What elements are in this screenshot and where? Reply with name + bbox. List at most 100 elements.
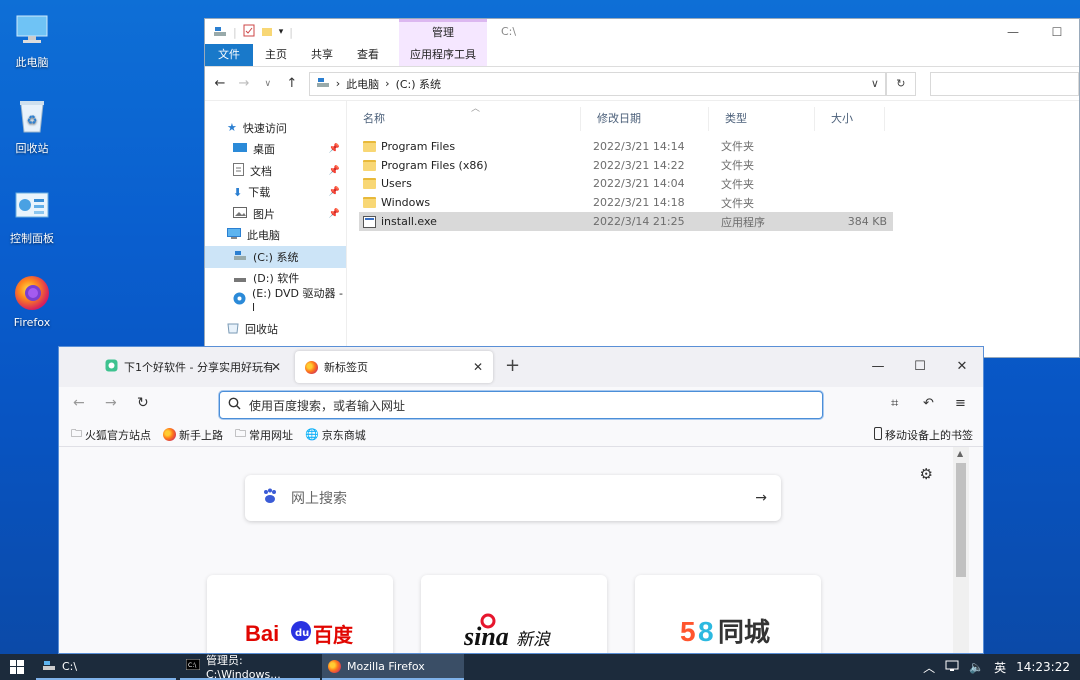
nav-quick-access[interactable]: ★ 快速访问 xyxy=(205,117,346,139)
tab-file[interactable]: 文件 xyxy=(205,44,253,66)
desktop-icon-label: 此电脑 xyxy=(15,56,49,69)
properties-icon[interactable] xyxy=(243,24,255,40)
file-row[interactable]: Program Files 2022/3/21 14:14 文件夹 xyxy=(359,137,893,156)
mobile-icon xyxy=(874,427,882,443)
file-row[interactable]: Program Files (x86) 2022/3/21 14:22 文件夹 xyxy=(359,156,893,175)
menu-icon[interactable]: ≡ xyxy=(955,396,966,411)
chevron-up-icon[interactable]: ︿ xyxy=(923,659,935,676)
scrollbar-thumb[interactable] xyxy=(956,463,966,577)
mobile-bookmarks[interactable]: 移动设备上的书签 xyxy=(874,427,973,443)
file-explorer-window: | ▾ | 管理 C:\ — ☐ 文件 主页 共享 查看 应用程序工具 ← → … xyxy=(204,18,1080,358)
svg-text:5: 5 xyxy=(680,616,696,647)
pin-icon: 📌 xyxy=(328,144,340,155)
screenshot-icon[interactable]: ⌗ xyxy=(891,396,898,411)
nav-drive-c[interactable]: (C:) 系统 xyxy=(205,246,346,268)
tab-app-tools[interactable]: 应用程序工具 xyxy=(399,44,487,66)
column-size[interactable]: 大小 xyxy=(815,107,885,131)
recent-dropdown-icon[interactable]: ∨ xyxy=(261,79,275,89)
browser-tab[interactable]: 下1个好软件 - 分享实用好玩有趣 ✕ xyxy=(95,351,291,383)
start-button[interactable] xyxy=(0,654,34,680)
bookmark-item[interactable]: 新手上路 xyxy=(163,427,223,443)
file-type: 文件夹 xyxy=(721,140,754,154)
pin-icon: 📌 xyxy=(328,208,340,219)
svg-text:新浪: 新浪 xyxy=(516,630,551,650)
volume-icon[interactable]: 🔈 xyxy=(969,660,984,674)
desktop-icon-firefox[interactable]: Firefox xyxy=(0,272,64,329)
nav-drive-e[interactable]: (E:) DVD 驱动器 - l xyxy=(205,287,346,314)
tab-share[interactable]: 共享 xyxy=(299,44,345,66)
new-folder-icon[interactable] xyxy=(261,25,273,40)
browser-tab-active[interactable]: 新标签页 ✕ xyxy=(295,351,493,383)
address-box[interactable]: › 此电脑 › (C:) 系统 ∨ xyxy=(308,71,886,96)
taskbar-firefox[interactable]: Mozilla Firefox xyxy=(322,654,464,680)
column-type[interactable]: 类型 xyxy=(709,107,815,131)
ime-indicator[interactable]: 英 xyxy=(994,659,1006,676)
close-tab-icon[interactable]: ✕ xyxy=(473,360,483,374)
tab-view[interactable]: 查看 xyxy=(345,44,391,66)
bookmark-label: 常用网址 xyxy=(249,428,293,442)
firefox-window: 下1个好软件 - 分享实用好玩有趣 ✕ 新标签页 ✕ + — ☐ ✕ ← → ↻… xyxy=(58,346,984,654)
minimize-icon[interactable]: — xyxy=(857,347,899,387)
maximize-icon[interactable]: ☐ xyxy=(899,347,941,387)
new-tab-button[interactable]: + xyxy=(505,355,520,376)
quick-access-toolbar: | ▾ | xyxy=(205,24,293,40)
reload-icon[interactable]: ↻ xyxy=(137,395,149,411)
folder-icon xyxy=(363,140,376,152)
bookmark-item[interactable]: 🗀 常用网址 xyxy=(235,425,293,444)
scroll-up-icon[interactable]: ▲ xyxy=(957,449,963,458)
close-tab-icon[interactable]: ✕ xyxy=(271,360,281,374)
taskbar-cmd[interactable]: C:\ 管理员: C:\Windows... xyxy=(180,654,320,680)
top-site-tile-sina[interactable]: sina 新浪 xyxy=(421,575,607,653)
nav-label: 文档 xyxy=(250,164,272,178)
network-icon[interactable] xyxy=(945,660,959,675)
minimize-icon[interactable]: — xyxy=(991,19,1035,45)
undo-icon[interactable]: ↶ xyxy=(923,396,934,411)
nav-desktop[interactable]: 桌面 📌 xyxy=(205,139,346,161)
desktop-icon-this-pc[interactable]: 此电脑 xyxy=(0,10,64,70)
svg-text:♻: ♻ xyxy=(27,113,38,127)
recycle-bin-icon xyxy=(227,321,239,337)
breadcrumb-this-pc[interactable]: 此电脑 xyxy=(346,76,379,92)
back-icon[interactable]: ← xyxy=(213,76,227,91)
gear-icon[interactable]: ⚙ xyxy=(920,465,933,483)
file-row[interactable]: Users 2022/3/21 14:04 文件夹 xyxy=(359,175,893,194)
column-date[interactable]: 修改日期 xyxy=(581,107,709,131)
forward-icon[interactable]: → xyxy=(105,395,117,411)
desktop-icon-recycle-bin[interactable]: ♻ 回收站 xyxy=(0,96,64,156)
taskbar-explorer[interactable]: C:\ xyxy=(36,654,176,680)
search-input[interactable] xyxy=(929,71,1080,96)
manage-contextual-tab[interactable]: 管理 xyxy=(399,19,487,45)
bookmark-item[interactable]: 🌐 京东商城 xyxy=(305,427,366,443)
breadcrumb-drive-c[interactable]: (C:) 系统 xyxy=(396,76,441,92)
bookmark-item[interactable]: 🗀 火狐官方站点 xyxy=(71,425,151,444)
forward-icon[interactable]: → xyxy=(237,76,251,91)
close-icon[interactable]: ✕ xyxy=(941,347,983,387)
top-site-tile-baidu[interactable]: Bai du 百度 xyxy=(207,575,393,653)
column-name[interactable]: 名称 xyxy=(347,107,581,131)
nav-documents[interactable]: 文档 📌 xyxy=(205,160,346,182)
drive-icon xyxy=(316,76,330,91)
back-icon[interactable]: ← xyxy=(73,395,85,411)
web-search-box[interactable]: 网上搜索 → xyxy=(245,475,781,521)
nav-recycle-bin[interactable]: 回收站 xyxy=(205,319,346,341)
url-bar[interactable]: 使用百度搜索，或者输入网址 xyxy=(219,391,823,419)
top-site-tile-58[interactable]: 5 8 同城 xyxy=(635,575,821,653)
qat-dropdown-icon[interactable]: ▾ xyxy=(279,27,284,37)
nav-this-pc[interactable]: 此电脑 xyxy=(205,225,346,247)
arrow-right-icon[interactable]: → xyxy=(755,490,767,506)
nav-downloads[interactable]: ⬇ 下载 📌 xyxy=(205,182,346,204)
desktop-icon-control-panel[interactable]: 控制面板 xyxy=(0,186,64,246)
nav-label: 下载 xyxy=(248,186,271,200)
up-icon[interactable]: ↑ xyxy=(285,76,299,91)
file-row-selected[interactable]: install.exe 2022/3/14 21:25 应用程序 384 KB xyxy=(359,212,893,231)
vertical-scrollbar[interactable]: ▲ xyxy=(953,447,969,653)
refresh-button[interactable]: ↻ xyxy=(885,71,916,96)
folder-icon: 🗀 xyxy=(235,427,246,440)
address-dropdown-icon[interactable]: ∨ xyxy=(871,77,879,90)
nav-pictures[interactable]: 图片 📌 xyxy=(205,203,346,225)
clock[interactable]: 14:23:22 xyxy=(1016,660,1070,674)
tab-home[interactable]: 主页 xyxy=(253,44,299,66)
file-row[interactable]: Windows 2022/3/21 14:18 文件夹 xyxy=(359,193,893,212)
svg-text:sina: sina xyxy=(464,622,509,651)
maximize-icon[interactable]: ☐ xyxy=(1035,19,1079,45)
